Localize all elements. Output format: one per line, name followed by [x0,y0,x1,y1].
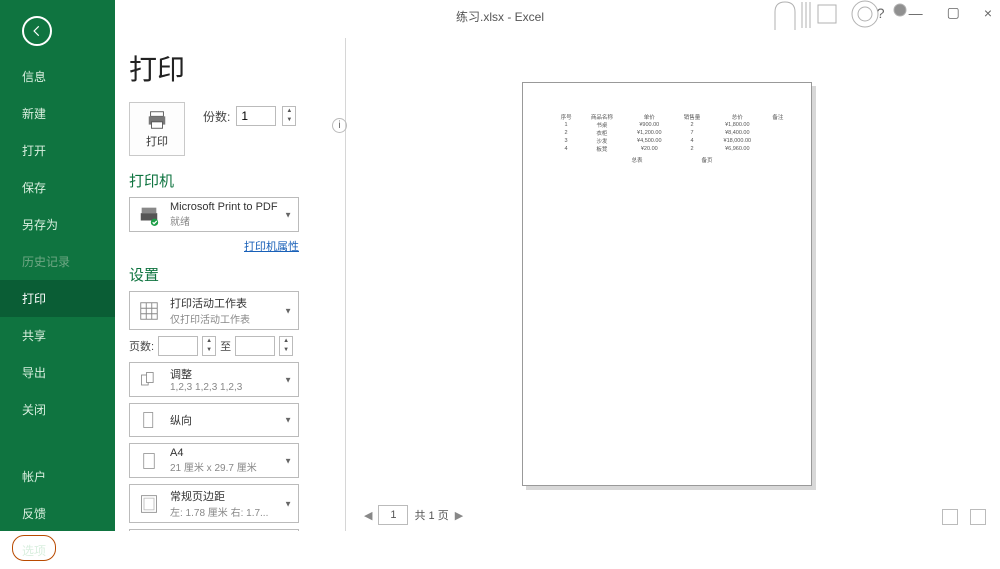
orientation-selector[interactable]: 纵向 ▼ [129,403,299,437]
sidebar-item[interactable]: 保存 [0,169,115,206]
collate-selector[interactable]: 调整1,2,3 1,2,3 1,2,3 ▼ [129,362,299,397]
pages-to-stepper[interactable]: ▲▼ [279,336,293,356]
printer-icon [136,202,162,228]
page-number-input[interactable]: 1 [378,505,408,525]
backstage-sidebar: 信息新建打开保存另存为历史记录打印共享导出关闭 帐户反馈选项 [0,0,115,531]
main-panel: 打印 打印 份数: ▲▼ 打印机 Microsoft Print to PDF … [115,38,1000,531]
next-page-button[interactable]: ▶ [455,509,463,522]
chevron-down-icon: ▼ [284,456,292,465]
page-navigator: ◀ 1 共 1 页 ▶ [364,505,463,525]
printer-properties-link[interactable]: 打印机属性 [244,241,299,253]
pages-from-stepper[interactable]: ▲▼ [202,336,216,356]
page-title: 打印 [129,48,330,88]
maximize-button[interactable]: ▢ [947,4,960,21]
sidebar-item[interactable]: 新建 [0,95,115,132]
print-what-selector[interactable]: 打印活动工作表仅打印活动工作表 ▼ [129,291,299,330]
sidebar-item[interactable]: 打印 [0,280,115,317]
settings-heading: 设置 [129,264,330,285]
fit-page-button[interactable] [942,509,958,525]
sidebar-item[interactable]: 关闭 [0,391,115,428]
printer-status: 就绪 [170,213,278,228]
settings-column: 打印 打印 份数: ▲▼ 打印机 Microsoft Print to PDF … [115,38,340,531]
close-button[interactable]: × [984,5,992,21]
prev-page-button[interactable]: ◀ [364,509,372,522]
sidebar-item[interactable]: 打开 [0,132,115,169]
preview-table: 序号商品名称单价销售量总价备注1书桌¥900.002¥1,800.002衣柜¥1… [553,113,791,153]
printer-selector[interactable]: Microsoft Print to PDF 就绪 ▼ [129,197,299,232]
sidebar-item[interactable]: 另存为 [0,206,115,243]
chevron-down-icon: ▼ [284,416,292,425]
info-icon[interactable]: i [332,118,347,133]
sidebar-item[interactable]: 导出 [0,354,115,391]
paper-size-selector[interactable]: A421 厘米 x 29.7 厘米 ▼ [129,443,299,478]
window-title: 练习.xlsx - Excel [456,8,544,25]
pages-label: 页数: [129,338,154,354]
back-button[interactable] [22,16,52,46]
pages-to-input[interactable] [235,336,275,356]
sidebar-item[interactable]: 选项 [0,532,115,569]
printer-name: Microsoft Print to PDF [170,201,278,213]
copies-stepper[interactable]: ▲▼ [282,106,296,126]
sidebar-item[interactable]: 信息 [0,58,115,95]
collate-icon [136,367,162,393]
chevron-down-icon: ▼ [284,499,292,508]
pages-to-label: 至 [220,338,231,354]
sidebar-item[interactable]: 共享 [0,317,115,354]
chevron-down-icon: ▼ [284,210,292,219]
preview-page: 序号商品名称单价销售量总价备注1书桌¥900.002¥1,800.002衣柜¥1… [522,82,812,486]
portrait-icon [136,407,162,433]
sidebar-item[interactable]: 历史记录 [0,243,115,280]
margins-selector[interactable]: 常规页边距左: 1.78 厘米 右: 1.7... ▼ [129,484,299,523]
chevron-down-icon: ▼ [284,375,292,384]
decorative-pattern [770,0,940,30]
print-button-label: 打印 [146,133,168,149]
pages-from-input[interactable] [158,336,198,356]
margins-icon [136,491,162,517]
copies-label: 份数: [203,108,230,125]
zoom-button[interactable] [970,509,986,525]
printer-heading: 打印机 [129,170,330,191]
sidebar-item[interactable]: 帐户 [0,458,115,495]
page-icon [136,448,162,474]
print-preview: 序号商品名称单价销售量总价备注1书桌¥900.002¥1,800.002衣柜¥1… [346,38,1000,531]
print-button[interactable]: 打印 [129,102,185,156]
copies-input[interactable] [236,106,276,126]
chevron-down-icon: ▼ [284,306,292,315]
page-total-label: 共 1 页 [414,507,448,523]
grid-icon [136,298,162,324]
sidebar-item[interactable]: 反馈 [0,495,115,532]
